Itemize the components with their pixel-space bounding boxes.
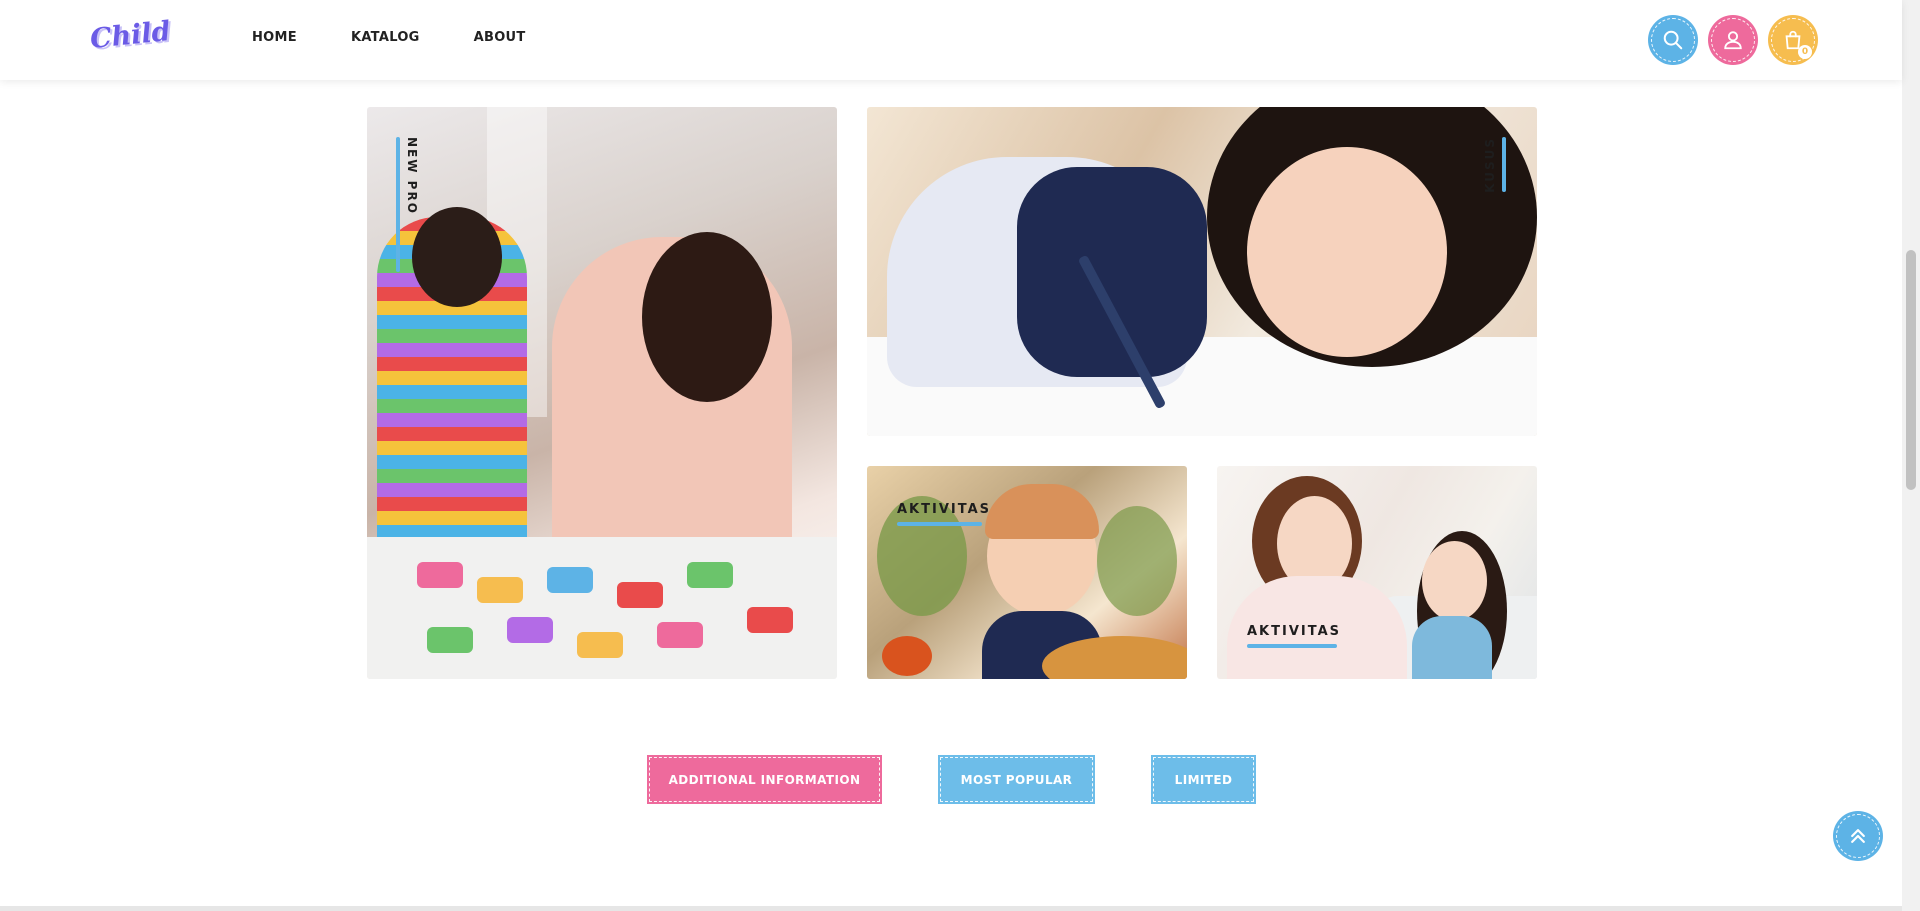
banner-image-puzzle-8: [577, 632, 623, 658]
banner-image-puzzle-7: [507, 617, 553, 643]
banner-accent-bar: [897, 522, 982, 526]
tab-most-popular[interactable]: MOST POPULAR: [938, 755, 1095, 804]
nav-about-link[interactable]: ABOUT: [474, 30, 526, 45]
banner-aktivitas-2[interactable]: AKTIVITAS: [1217, 466, 1537, 679]
search-icon: [1663, 30, 1683, 50]
banner-image-face: [1247, 147, 1447, 357]
banner-kusus[interactable]: KUSUS: [867, 107, 1537, 436]
scrollbar-thumb[interactable]: [1906, 250, 1916, 490]
double-chevron-up-icon: [1851, 829, 1865, 843]
banner-aktivitas-1[interactable]: AKTIVITAS: [867, 466, 1187, 679]
banner-image-mother-head: [642, 232, 772, 402]
banner-image-girl-face: [1422, 541, 1487, 621]
banner-image-puzzle-4: [617, 582, 663, 608]
banner-label-kusus: KUSUS: [1483, 137, 1497, 193]
horizontal-scrollbar[interactable]: [0, 906, 1902, 911]
vertical-scrollbar[interactable]: [1902, 0, 1920, 911]
account-button[interactable]: [1708, 15, 1758, 65]
banner-label-aktivitas-2: AKTIVITAS: [1247, 624, 1342, 639]
banner-image-puzzle-1: [417, 562, 463, 588]
banner-image-girl-shirt: [1412, 616, 1492, 679]
banner-image-puzzle-2: [477, 577, 523, 603]
nav-home-link[interactable]: HOME: [252, 30, 297, 45]
nav-katalog-link[interactable]: KATALOG: [351, 30, 420, 45]
banner-image-puzzle-6: [427, 627, 473, 653]
banner-label-new-product: NEW PRO: [405, 137, 419, 215]
banner-image-puzzle-9: [657, 622, 703, 648]
banner-image-vest: [1017, 167, 1207, 377]
main-nav: HOME KATALOG ABOUT: [252, 30, 580, 45]
banner-accent-bar: [1502, 137, 1506, 192]
back-to-top-button[interactable]: [1833, 811, 1883, 861]
banner-image-child-head: [412, 207, 502, 307]
tab-limited[interactable]: LIMITED: [1151, 755, 1256, 804]
user-icon: [1724, 31, 1742, 50]
banner-image-plant-2: [1097, 506, 1177, 616]
banner-image-puzzle-3: [547, 567, 593, 593]
banner-image-puzzle-5: [687, 562, 733, 588]
banner-image-child-hair: [985, 484, 1099, 539]
cart-count-badge: 0: [1798, 45, 1812, 59]
banner-new-product[interactable]: NEW PRO: [367, 107, 837, 679]
banner-accent-bar: [1247, 644, 1337, 648]
search-button[interactable]: [1648, 15, 1698, 65]
tab-additional-information[interactable]: ADDITIONAL INFORMATION: [647, 755, 882, 804]
site-logo[interactable]: Child: [89, 16, 172, 55]
banner-accent-bar: [396, 137, 400, 272]
site-header: Child HOME KATALOG ABOUT 0: [0, 0, 1902, 80]
banner-label-aktivitas-1: AKTIVITAS: [897, 502, 992, 517]
banner-image-puzzle-10: [747, 607, 793, 633]
header-actions: 0: [1648, 15, 1818, 65]
cart-button[interactable]: 0: [1768, 15, 1818, 65]
banner-image-tomato: [882, 636, 932, 676]
